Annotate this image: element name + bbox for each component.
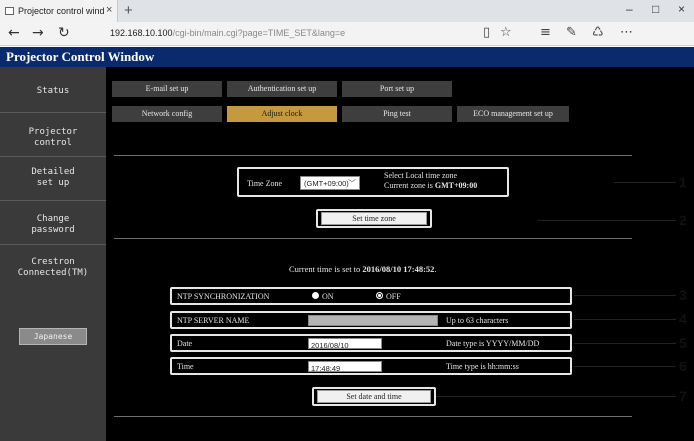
current-time-prefix: Current time is set to xyxy=(289,264,363,274)
timezone-value: (GMT+09:00) xyxy=(304,179,349,188)
sidebar-divider xyxy=(0,156,106,157)
chevron-down-icon: ﹀ xyxy=(348,179,356,188)
browser-tab[interactable]: Projector control window × xyxy=(0,0,118,22)
sidebar-item-crestron-connected[interactable]: Crestron Connected(TM) xyxy=(0,257,106,279)
ntp-server-input[interactable] xyxy=(308,315,438,326)
callout-number: 7 xyxy=(679,388,687,404)
address-bar: ← → ↻ 192.168.10.100/cgi-bin/main.cgi?pa… xyxy=(0,22,694,46)
close-window-button[interactable]: × xyxy=(678,2,685,16)
date-hint: Date type is YYYY/MM/DD xyxy=(446,339,540,348)
ntp-server-label: NTP SERVER NAME xyxy=(177,316,250,325)
share-icon[interactable]: ♺ xyxy=(592,25,604,40)
main-panel: E-mail set up Authentication set up Port… xyxy=(106,67,694,441)
callout-number: 6 xyxy=(679,358,687,374)
sidebar-item-detailed-set-up[interactable]: Detailed set up xyxy=(0,167,106,189)
web-note-icon[interactable]: ✎ xyxy=(566,25,577,40)
sidebar-item-projector-control[interactable]: Projector control xyxy=(0,127,106,149)
current-time-text: Current time is set to 2016/08/10 17:48:… xyxy=(289,264,437,274)
time-label: Time xyxy=(177,362,194,371)
tab-title: Projector control window xyxy=(18,6,104,16)
hub-icon[interactable]: ≡ xyxy=(540,25,551,40)
ntp-on-radio[interactable] xyxy=(312,292,319,299)
app-title: Projector Control Window xyxy=(6,49,155,64)
timezone-hint: Select Local time zone xyxy=(384,171,458,180)
callout-line xyxy=(574,366,676,367)
language-button[interactable]: Japanese xyxy=(19,328,87,345)
time-hint: Time type is hh:mm:ss xyxy=(446,362,519,371)
sidebar-divider xyxy=(0,112,106,113)
date-input[interactable]: 2016/08/10 xyxy=(308,338,382,349)
page-icon xyxy=(5,7,14,15)
divider xyxy=(114,155,632,156)
divider xyxy=(114,238,632,239)
current-time-suffix: . xyxy=(434,264,437,274)
favorite-star-icon[interactable]: ☆ xyxy=(500,25,512,40)
tab-close-icon[interactable]: × xyxy=(106,4,112,16)
current-time-value: 2016/08/10 17:48:52 xyxy=(362,264,435,274)
sidebar-divider xyxy=(0,244,106,245)
url-host: 192.168.10.100 xyxy=(110,28,173,38)
callout-number: 4 xyxy=(679,311,687,327)
callout-line xyxy=(574,343,676,344)
callout-number: 3 xyxy=(679,287,687,303)
tab-adjust-clock[interactable]: Adjust clock xyxy=(227,106,337,122)
maximize-button[interactable]: □ xyxy=(652,2,659,16)
tab-authentication-set-up[interactable]: Authentication set up xyxy=(227,81,337,97)
callout-number: 2 xyxy=(679,212,687,228)
timezone-select[interactable]: (GMT+09:00) ﹀ xyxy=(300,176,360,190)
callout-number: 1 xyxy=(679,174,687,190)
timezone-label: Time Zone xyxy=(247,179,283,188)
sidebar: Status Projector control Detailed set up… xyxy=(0,67,106,441)
new-tab-button[interactable]: + xyxy=(124,2,133,19)
callout-line xyxy=(538,220,676,221)
set-date-and-time-button[interactable]: Set date and time xyxy=(317,390,431,403)
tab-email-set-up[interactable]: E-mail set up xyxy=(112,81,222,97)
tab-ping-test[interactable]: Ping test xyxy=(342,106,452,122)
callout-line xyxy=(574,295,676,296)
forward-button[interactable]: → xyxy=(32,25,44,41)
current-zone-prefix: Current zone is xyxy=(384,181,435,190)
ntp-off-radio[interactable] xyxy=(376,292,383,299)
sidebar-divider xyxy=(0,200,106,201)
ntp-off-label: OFF xyxy=(386,292,401,301)
browser-tabbar: Projector control window × + – □ × xyxy=(0,0,694,22)
time-input[interactable]: 17:48:49 xyxy=(308,361,382,372)
callout-number: 5 xyxy=(679,335,687,351)
current-zone-text: Current zone is GMT+09:00 xyxy=(384,181,477,190)
app-header: Projector Control Window xyxy=(0,47,694,67)
minimize-button[interactable]: – xyxy=(626,2,633,16)
sidebar-item-change-password[interactable]: Change password xyxy=(0,214,106,236)
divider xyxy=(114,416,632,417)
more-icon[interactable]: ⋯ xyxy=(620,25,633,40)
ntp-server-hint: Up to 63 characters xyxy=(446,316,509,325)
set-time-zone-button[interactable]: Set time zone xyxy=(321,212,427,225)
sidebar-item-status[interactable]: Status xyxy=(0,86,106,97)
url-path: /cgi-bin/main.cgi?page=TIME_SET&lang=e xyxy=(172,28,346,38)
date-label: Date xyxy=(177,339,193,348)
reading-view-icon[interactable]: ▯ xyxy=(483,25,490,40)
url-field[interactable]: 192.168.10.100/cgi-bin/main.cgi?page=TIM… xyxy=(110,28,345,38)
current-zone-value: GMT+09:00 xyxy=(434,181,478,190)
tab-network-config[interactable]: Network config xyxy=(112,106,222,122)
tab-port-set-up[interactable]: Port set up xyxy=(342,81,452,97)
ntp-sync-label: NTP SYNCHRONIZATION xyxy=(177,292,270,301)
back-button[interactable]: ← xyxy=(8,25,20,41)
callout-line xyxy=(436,396,676,397)
ntp-on-label: ON xyxy=(322,292,334,301)
callout-line xyxy=(574,319,676,320)
refresh-button[interactable]: ↻ xyxy=(58,25,70,41)
tab-eco-management-set-up[interactable]: ECO management set up xyxy=(457,106,569,122)
callout-line xyxy=(614,182,676,183)
